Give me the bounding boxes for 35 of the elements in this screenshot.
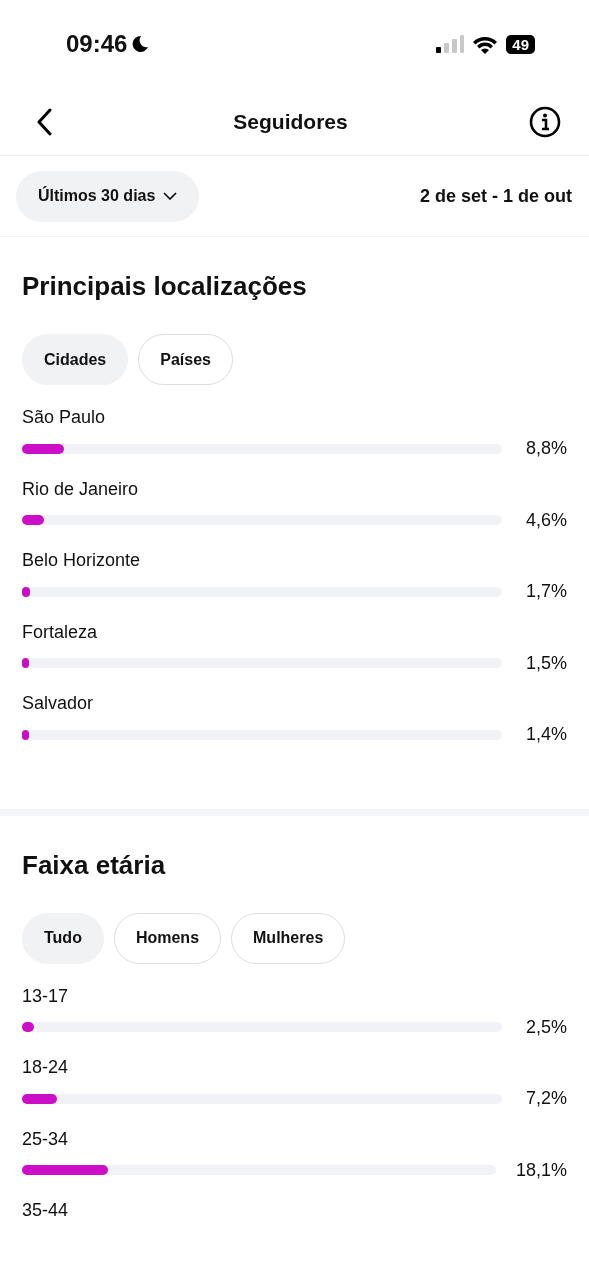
row-label: Salvador <box>22 693 95 714</box>
section-title: Faixa etária <box>22 849 167 881</box>
battery-indicator: 49 <box>506 34 535 54</box>
signal-icon <box>436 35 465 53</box>
row-label: São Paulo <box>22 407 107 428</box>
section-title: Principais localizações <box>22 271 308 302</box>
row-label: Belo Horizonte <box>22 550 142 571</box>
row-label: 25-34 <box>22 1128 70 1150</box>
filter-chip[interactable]: Países <box>138 334 233 385</box>
period-dropdown[interactable]: Últimos 30 dias <box>16 170 200 222</box>
filter-chip[interactable]: Homens <box>113 912 222 964</box>
back-icon[interactable] <box>36 107 52 136</box>
percent-value: 7,2% <box>524 1088 567 1109</box>
row-label: Rio de Janeiro <box>22 478 140 500</box>
percent-value: 18,1% <box>515 1159 567 1181</box>
info-icon[interactable] <box>529 105 561 138</box>
date-range: 2 de set - 1 de out <box>419 185 572 207</box>
wifi-icon <box>472 34 499 54</box>
row-label: Fortaleza <box>22 621 99 643</box>
row-label: 18-24 <box>22 1057 70 1078</box>
row-label: 13-17 <box>22 985 70 1007</box>
filter-chip[interactable]: Cidades <box>22 334 129 385</box>
moon-icon <box>131 35 150 53</box>
status-time: 09:46 <box>66 30 128 58</box>
chevron-down-icon <box>163 192 178 200</box>
row-label: 35-44 <box>22 1200 70 1221</box>
filter-chip[interactable]: Tudo <box>22 912 104 964</box>
percent-value: 1,5% <box>524 652 567 674</box>
percent-value: 4,6% <box>524 509 567 531</box>
percent-value: 1,7% <box>524 581 567 602</box>
filter-chip[interactable]: Mulheres <box>231 912 346 964</box>
percent-value: 8,8% <box>524 438 567 459</box>
percent-value: 2,5% <box>524 1016 567 1038</box>
page-title: Seguidores <box>233 109 348 134</box>
percent-value: 1,4% <box>524 724 567 745</box>
